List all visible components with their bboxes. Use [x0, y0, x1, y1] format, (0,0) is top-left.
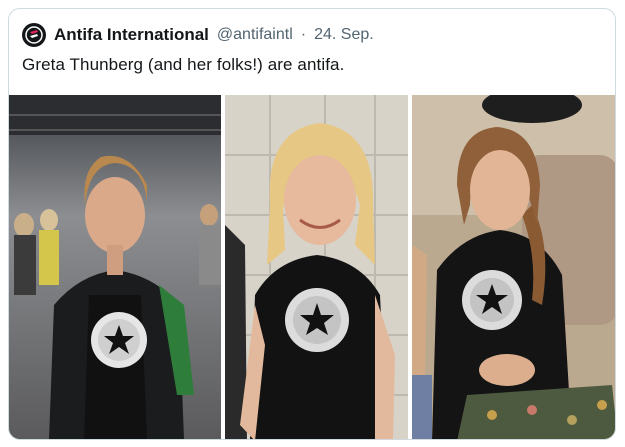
photo-3-image — [412, 95, 615, 439]
photo-2[interactable] — [224, 95, 409, 439]
photo-grid — [9, 95, 615, 439]
antifa-logo-icon — [23, 24, 45, 46]
photo-3[interactable] — [412, 95, 615, 439]
avatar[interactable] — [22, 23, 46, 47]
tweet-text: Greta Thunberg (and her folks!) are anti… — [22, 55, 345, 74]
photo-1-image — [9, 95, 221, 439]
photo-1[interactable] — [9, 95, 221, 439]
tweet-header: Antifa International @antifaintl · 24. S… — [22, 23, 374, 47]
photo-2-image — [224, 95, 409, 439]
tweet-date[interactable]: 24. Sep. — [314, 26, 374, 44]
author-handle[interactable]: @antifaintl — [217, 26, 293, 44]
separator-dot: · — [300, 26, 307, 43]
author-name[interactable]: Antifa International — [54, 25, 209, 45]
tweet-card[interactable]: Antifa International @antifaintl · 24. S… — [8, 8, 616, 440]
